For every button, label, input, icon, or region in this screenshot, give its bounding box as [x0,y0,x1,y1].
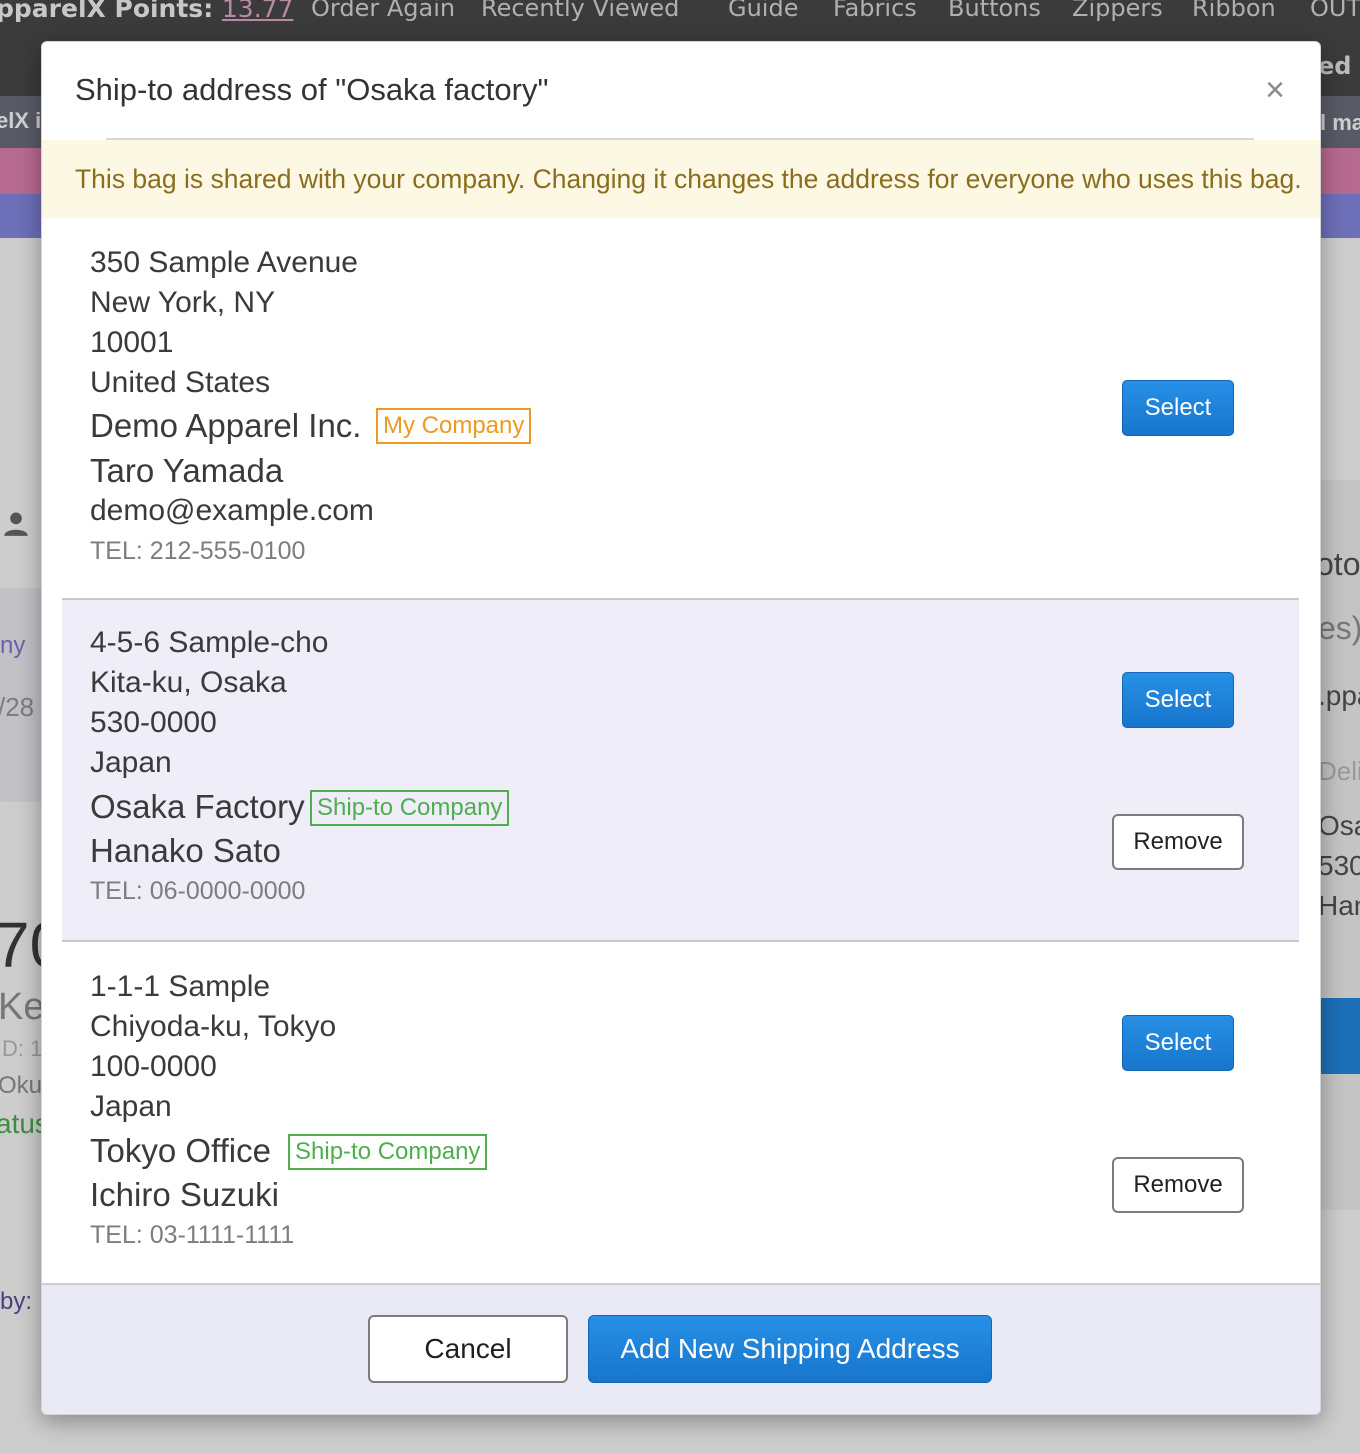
nav-ribbon: Ribbon [1192,0,1276,22]
address-email: demo@example.com [90,494,374,527]
address-country: Japan [90,1090,172,1123]
address-phone: TEL: 06-0000-0000 [90,877,306,905]
address-country: United States [90,366,271,399]
background-text-fragment: Osa [1318,810,1360,841]
shared-bag-notice: This bag is shared with your company. Ch… [42,140,1320,218]
address-contact-name: Taro Yamada [90,452,284,489]
my-company-badge: My Company [376,408,532,444]
background-text-fragment: 530 [1318,850,1360,881]
address-company: Tokyo Office [90,1132,271,1169]
nav-fabrics: Fabrics [833,0,917,22]
address-street: 350 Sample Avenue [90,246,358,279]
address-company: Demo Apparel Inc. [90,407,362,444]
close-icon[interactable]: × [1260,72,1290,108]
modal-footer: Cancel Add New Shipping Address [42,1283,1320,1414]
nav-zippers: Zippers [1072,0,1163,22]
nav-guide: Guide [728,0,799,22]
points-label: pparelX Points: [0,0,214,23]
background-blue-button-fragment [1318,998,1360,1074]
select-address-button[interactable]: Select [1122,380,1234,436]
background-text-fragment: by: [0,1288,33,1315]
select-address-button[interactable]: Select [1122,1015,1234,1071]
address-street: 4-5-6 Sample-cho [90,626,329,659]
background-text-fragment: Han [1318,890,1360,921]
cancel-button[interactable]: Cancel [368,1315,568,1383]
ship-to-company-badge: Ship-to Company [288,1134,488,1170]
nav-order-again: Order Again [311,0,456,22]
address-phone: TEL: 212-555-0100 [90,537,306,565]
background-text-fragment: .ppa [1318,680,1360,711]
address-card-osaka-selected: 4-5-6 Sample-cho Kita-ku, Osaka 530-0000… [62,598,1299,942]
address-phone: TEL: 03-1111-1111 [90,1221,295,1249]
person-icon [4,512,28,536]
address-postal-code: 100-0000 [90,1050,217,1083]
background-text-fragment: /28 [0,692,35,722]
background-text-fragment: Oku [0,1072,43,1099]
background-text-fragment: Deli [1318,756,1360,786]
address-street: 1-1-1 Sample [90,970,271,1003]
address-contact-name: Ichiro Suzuki [90,1176,279,1213]
background-text-fragment: oto [1316,546,1360,582]
address-postal-code: 10001 [90,326,174,359]
address-postal-code: 530-0000 [90,706,217,739]
remove-address-button[interactable]: Remove [1112,814,1244,870]
address-card-tokyo: 1-1-1 Sample Chiyoda-ku, Tokyo 100-0000 … [62,942,1299,1282]
points-display: pparelX Points: 13.77 [0,0,293,23]
nav-buttons: Buttons [948,0,1041,22]
background-text-fragment: ny [0,632,26,659]
background-right-panel [1318,480,1360,1210]
points-value: 13.77 [221,0,294,23]
background-text-fragment: D: 1 [2,1036,43,1061]
nav-recently-viewed: Recently Viewed [481,0,680,22]
address-city: Kita-ku, Osaka [90,666,287,699]
background-text-fragment: l ma [1320,110,1360,135]
address-card-new-york: 350 Sample Avenue New York, NY 10001 Uni… [62,218,1299,598]
modal-title: Ship-to address of "Osaka factory" [75,72,549,107]
address-contact-name: Hanako Sato [90,832,281,869]
select-address-button[interactable]: Select [1122,672,1234,728]
background-text-fragment: ed S [1318,52,1360,80]
address-company: Osaka Factory [90,788,305,825]
address-city: New York, NY [90,286,276,319]
remove-address-button[interactable]: Remove [1112,1157,1244,1213]
background-text-fragment: es) [1318,610,1360,646]
background-text-fragment: Ke [0,986,45,1028]
add-new-shipping-address-button[interactable]: Add New Shipping Address [588,1315,992,1383]
address-city: Chiyoda-ku, Tokyo [90,1010,337,1043]
ship-to-address-modal: Ship-to address of "Osaka factory" × Thi… [41,41,1321,1415]
address-country: Japan [90,746,172,779]
ship-to-company-badge: Ship-to Company [310,790,510,826]
nav-outlet: OUTL [1310,0,1360,22]
